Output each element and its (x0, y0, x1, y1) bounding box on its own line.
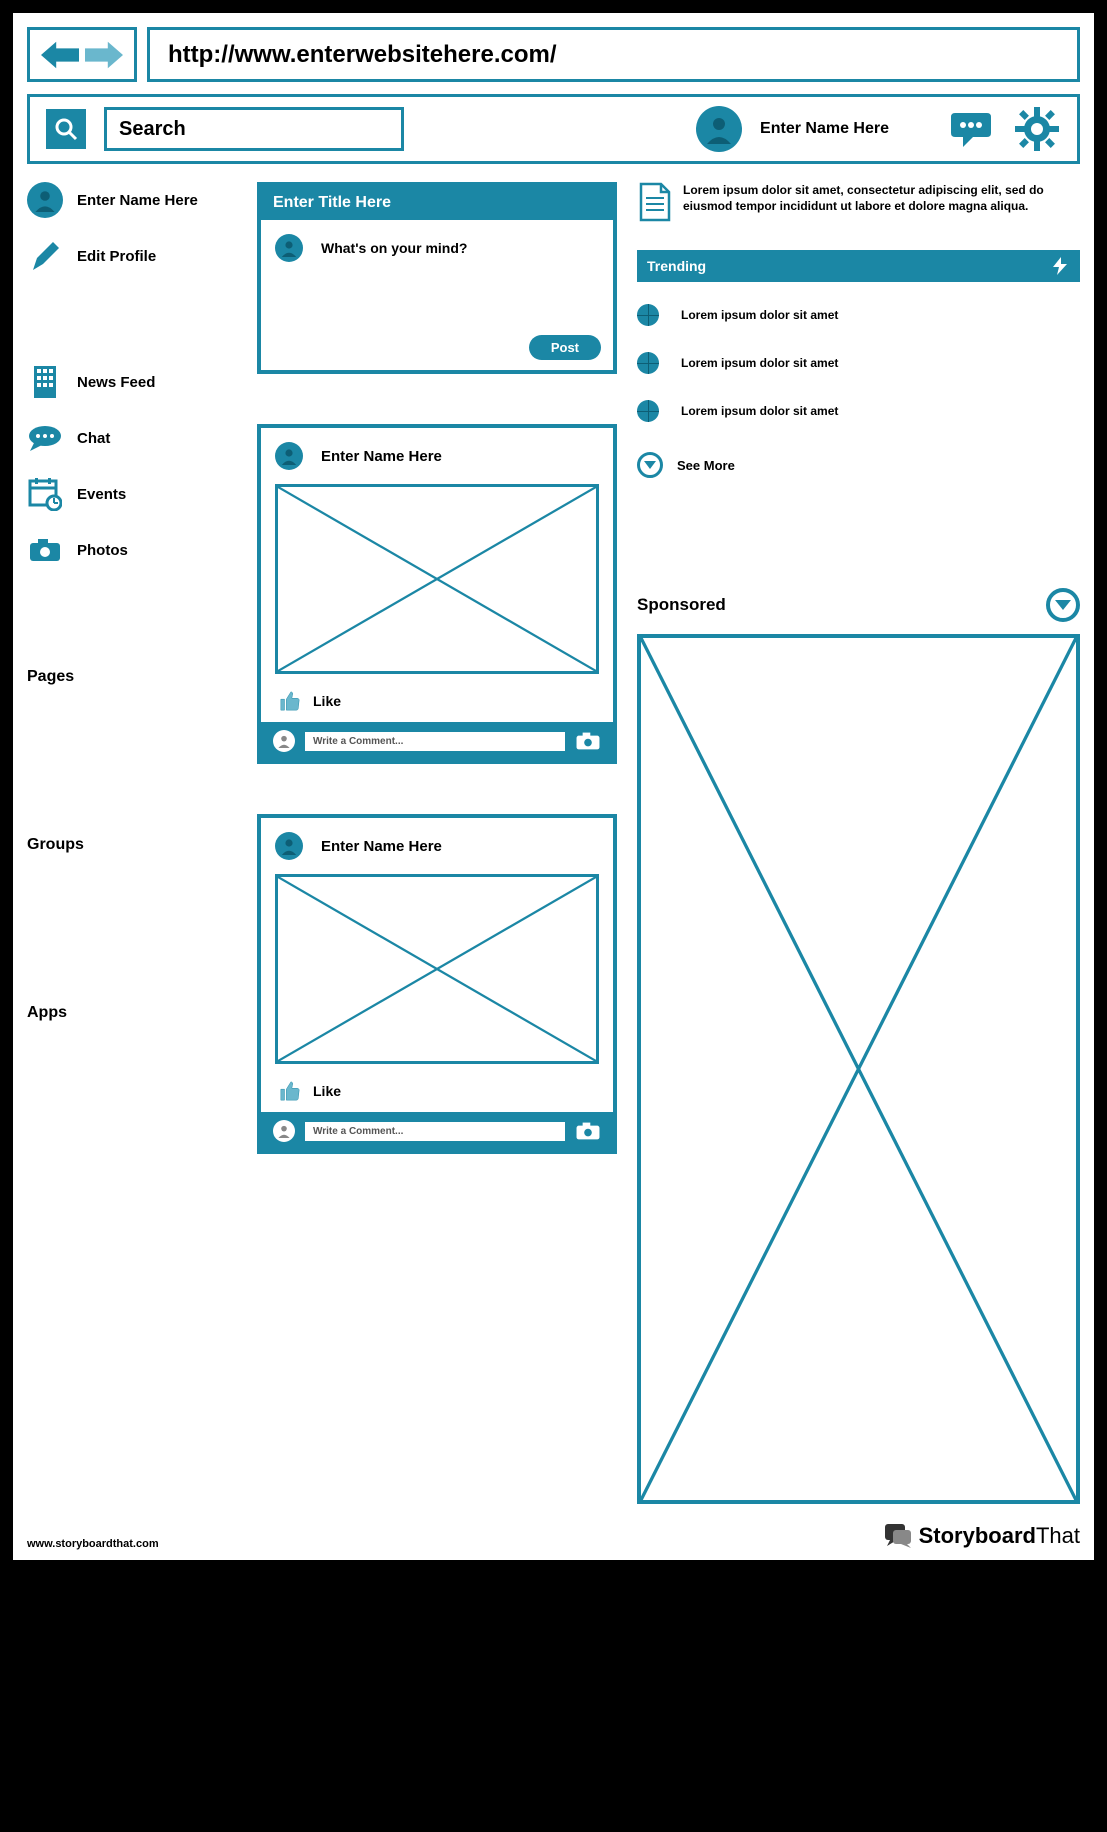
post-button[interactable]: Post (529, 335, 601, 360)
image-placeholder (275, 484, 599, 674)
sidebar-user-name: Enter Name Here (77, 192, 198, 209)
sidebar-profile[interactable]: Enter Name Here (27, 182, 237, 218)
collapse-icon[interactable] (1046, 588, 1080, 622)
sidebar-item-label: Events (77, 486, 126, 503)
like-button[interactable]: Like (261, 684, 613, 722)
header-bar: Search Enter Name Here (27, 94, 1080, 164)
footer-url: www.storyboardthat.com (27, 1538, 159, 1550)
trending-title: Trending (647, 258, 706, 274)
globe-icon (637, 400, 659, 422)
sidebar-item-chat[interactable]: Chat (27, 420, 237, 456)
note-text: Lorem ipsum dolor sit amet, consectetur … (683, 182, 1080, 222)
calendar-clock-icon (27, 476, 63, 512)
url-bar[interactable]: http://www.enterwebsitehere.com/ (147, 27, 1080, 82)
compose-panel: Enter Title Here What's on your mind? Po… (257, 182, 617, 374)
building-icon (27, 364, 63, 400)
sponsored-label: Sponsored (637, 595, 726, 615)
sidebar-section-apps[interactable]: Apps (27, 1004, 237, 1022)
trending-item[interactable]: Lorem ipsum dolor sit amet (637, 400, 1080, 422)
image-placeholder (275, 874, 599, 1064)
sidebar-item-events[interactable]: Events (27, 476, 237, 512)
feed-post: Enter Name Here Like Write a Comment... (257, 424, 617, 764)
comment-avatar-icon (273, 730, 295, 752)
sidebar-section-pages[interactable]: Pages (27, 668, 237, 686)
sponsored-placeholder (637, 634, 1080, 1504)
sidebar-item-newsfeed[interactable]: News Feed (27, 364, 237, 400)
footer: www.storyboardthat.com StoryboardThat (27, 1522, 1080, 1550)
header-user-name: Enter Name Here (760, 120, 889, 138)
edit-profile-label: Edit Profile (77, 248, 156, 265)
document-icon (637, 182, 671, 222)
feed-post: Enter Name Here Like Write a Comment... (257, 814, 617, 1154)
trending-header: Trending (637, 250, 1080, 282)
browser-frame: http://www.enterwebsitehere.com/ Search … (10, 10, 1097, 1563)
see-more-label: See More (677, 458, 735, 473)
sidebar-item-photos[interactable]: Photos (27, 532, 237, 568)
thumbs-up-icon (279, 1080, 301, 1102)
sidebar-edit-profile[interactable]: Edit Profile (27, 238, 237, 274)
comment-bar: Write a Comment... (261, 722, 613, 760)
chat-bubble-icon (27, 420, 63, 456)
globe-icon (637, 352, 659, 374)
search-icon[interactable] (46, 109, 86, 149)
post-author[interactable]: Enter Name Here (321, 838, 442, 855)
address-row: http://www.enterwebsitehere.com/ (27, 27, 1080, 82)
like-button[interactable]: Like (261, 1074, 613, 1112)
camera-icon (27, 532, 63, 568)
like-label: Like (313, 693, 341, 709)
right-column: Lorem ipsum dolor sit amet, consectetur … (637, 182, 1080, 1504)
trending-text: Lorem ipsum dolor sit amet (681, 308, 838, 322)
comment-avatar-icon (273, 1120, 295, 1142)
comment-input[interactable]: Write a Comment... (305, 1122, 565, 1141)
messages-icon[interactable] (947, 105, 995, 153)
compose-avatar-icon (275, 234, 303, 262)
comment-bar: Write a Comment... (261, 1112, 613, 1150)
trending-item[interactable]: Lorem ipsum dolor sit amet (637, 352, 1080, 374)
post-author[interactable]: Enter Name Here (321, 448, 442, 465)
settings-gear-icon[interactable] (1013, 105, 1061, 153)
compose-prompt[interactable]: What's on your mind? (321, 240, 467, 256)
main-columns: Enter Name Here Edit Profile (27, 182, 1080, 1504)
post-avatar-icon[interactable] (275, 442, 303, 470)
sidebar-item-label: Chat (77, 430, 110, 447)
info-note: Lorem ipsum dolor sit amet, consectetur … (637, 182, 1080, 222)
attach-photo-icon[interactable] (575, 730, 601, 752)
globe-icon (637, 304, 659, 326)
chevron-down-icon (637, 452, 663, 478)
lightning-icon (1050, 256, 1070, 276)
feed-column: Enter Title Here What's on your mind? Po… (257, 182, 617, 1504)
profile-avatar-icon (27, 182, 63, 218)
trending-text: Lorem ipsum dolor sit amet (681, 404, 838, 418)
footer-brand: StoryboardThat (883, 1522, 1080, 1550)
attach-photo-icon[interactable] (575, 1120, 601, 1142)
user-avatar-icon[interactable] (696, 106, 742, 152)
left-sidebar: Enter Name Here Edit Profile (27, 182, 237, 1504)
post-avatar-icon[interactable] (275, 832, 303, 860)
pencil-icon (27, 238, 63, 274)
forward-arrow-icon[interactable] (85, 41, 123, 69)
sidebar-item-label: News Feed (77, 374, 155, 391)
nav-buttons (27, 27, 137, 82)
storyboard-logo-icon (883, 1522, 913, 1550)
thumbs-up-icon (279, 690, 301, 712)
compose-title: Enter Title Here (261, 186, 613, 220)
back-arrow-icon[interactable] (41, 41, 79, 69)
comment-input[interactable]: Write a Comment... (305, 732, 565, 751)
search-input[interactable]: Search (104, 107, 404, 151)
sidebar-section-groups[interactable]: Groups (27, 836, 237, 854)
see-more-button[interactable]: See More (637, 452, 1080, 478)
like-label: Like (313, 1083, 341, 1099)
trending-item[interactable]: Lorem ipsum dolor sit amet (637, 304, 1080, 326)
sidebar-item-label: Photos (77, 542, 128, 559)
sponsored-header: Sponsored (637, 588, 1080, 622)
trending-text: Lorem ipsum dolor sit amet (681, 356, 838, 370)
